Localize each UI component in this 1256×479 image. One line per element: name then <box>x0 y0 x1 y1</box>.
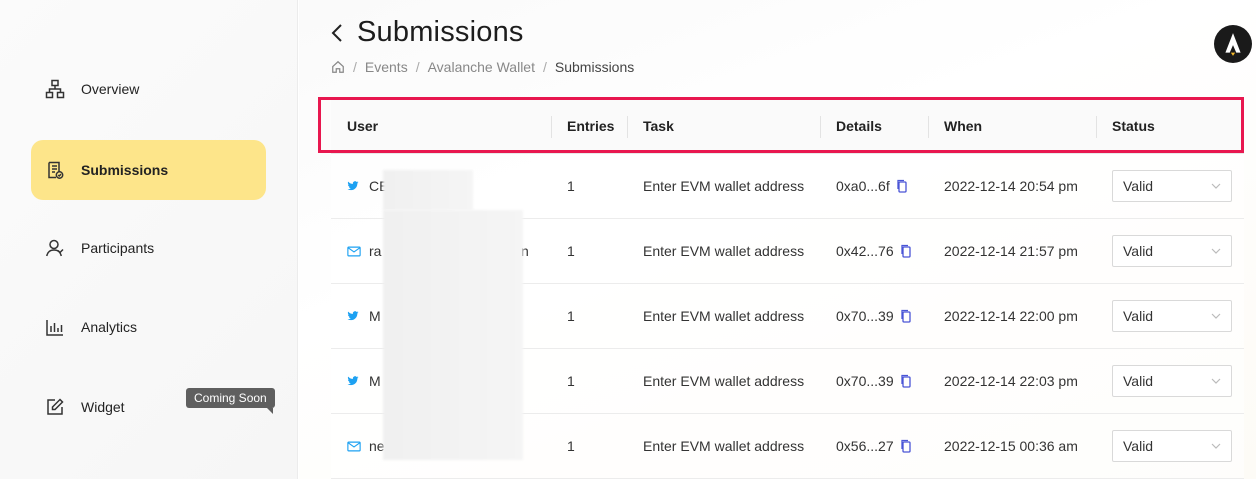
chevron-down-icon <box>1211 443 1221 449</box>
details-cell: 0x70...39 <box>820 284 928 348</box>
wallet-address: 0x70...39 <box>836 373 894 389</box>
task-cell: Enter EVM wallet address <box>643 243 805 259</box>
participants-icon <box>45 238 65 258</box>
entries-cell: 1 <box>567 373 575 389</box>
breadcrumb-separator: / <box>543 59 547 75</box>
details-cell: 0x70...39 <box>820 349 928 413</box>
column-header-user[interactable]: User <box>331 98 551 153</box>
submissions-icon <box>45 160 65 180</box>
status-select[interactable]: Valid <box>1112 430 1232 462</box>
mail-icon <box>347 244 361 258</box>
edit-icon <box>45 397 65 417</box>
twitter-icon <box>347 179 361 193</box>
sidebar-item-analytics[interactable]: Analytics <box>31 297 266 357</box>
wallet-address: 0x70...39 <box>836 308 894 324</box>
column-header-when[interactable]: When <box>928 98 1096 153</box>
status-cell: Valid <box>1096 284 1244 348</box>
sidebar-item-submissions[interactable]: Submissions <box>31 140 266 200</box>
breadcrumb-separator: / <box>415 59 420 75</box>
when-cell: 2022-12-14 20:54 pm <box>944 178 1078 194</box>
status-value: Valid <box>1123 243 1154 259</box>
copy-icon[interactable] <box>900 244 912 258</box>
when-cell: 2022-12-15 00:36 am <box>944 438 1078 454</box>
breadcrumb-event-name[interactable]: Avalanche Wallet <box>428 59 535 75</box>
task-cell: Enter EVM wallet address <box>643 308 805 324</box>
wallet-address: 0x56...27 <box>836 438 894 454</box>
task-cell: Enter EVM wallet address <box>643 373 805 389</box>
rocket-logo-icon <box>1225 33 1241 56</box>
main-content: Submissions / Events / Avalanche Wallet … <box>299 0 1256 479</box>
details-cell: 0xa0...6f <box>820 154 928 218</box>
sidebar-item-label: Overview <box>81 81 140 97</box>
user-name[interactable]: M <box>369 373 381 389</box>
entries-cell: 1 <box>567 243 575 259</box>
entries-cell: 1 <box>567 308 575 324</box>
breadcrumb-current: Submissions <box>554 59 635 75</box>
breadcrumb-events[interactable]: Events <box>365 59 408 75</box>
when-cell: 2022-12-14 21:57 pm <box>944 243 1078 259</box>
copy-icon[interactable] <box>900 309 912 323</box>
home-icon[interactable] <box>331 60 345 74</box>
status-cell: Valid <box>1096 414 1244 478</box>
redaction-blur <box>383 170 473 210</box>
breadcrumb: / Events / Avalanche Wallet / Submission… <box>331 59 634 75</box>
details-cell: 0x42...76 <box>820 219 928 283</box>
status-cell: Valid <box>1096 349 1244 413</box>
sidebar-item-label: Submissions <box>81 162 169 178</box>
status-cell: Valid <box>1096 219 1244 283</box>
sidebar-item-participants[interactable]: Participants <box>31 218 266 278</box>
chevron-down-icon <box>1211 378 1221 384</box>
chevron-down-icon <box>1211 248 1221 254</box>
column-header-details[interactable]: Details <box>820 98 928 153</box>
user-name[interactable]: M <box>369 308 381 324</box>
status-select[interactable]: Valid <box>1112 365 1232 397</box>
column-header-entries[interactable]: Entries <box>551 98 627 153</box>
table-header: User Entries Task Details When Status <box>331 98 1244 154</box>
avatar[interactable] <box>1214 25 1252 63</box>
copy-icon[interactable] <box>900 439 912 453</box>
status-value: Valid <box>1123 438 1154 454</box>
mail-icon <box>347 439 361 453</box>
wallet-address: 0x42...76 <box>836 243 894 259</box>
wallet-address: 0xa0...6f <box>836 178 890 194</box>
redaction-blur <box>383 210 523 460</box>
status-value: Valid <box>1123 308 1154 324</box>
task-cell: Enter EVM wallet address <box>643 438 805 454</box>
sidebar-item-label: Widget <box>81 399 125 415</box>
entries-cell: 1 <box>567 178 575 194</box>
twitter-icon <box>347 374 361 388</box>
title-row: Submissions <box>331 16 524 49</box>
status-value: Valid <box>1123 178 1154 194</box>
sidebar-item-label: Analytics <box>81 319 138 335</box>
sitemap-icon <box>45 79 65 99</box>
sidebar-item-label: Participants <box>81 240 155 256</box>
bar-chart-icon <box>45 317 65 337</box>
sidebar-item-overview[interactable]: Overview <box>31 59 266 119</box>
chevron-down-icon <box>1211 183 1221 189</box>
copy-icon[interactable] <box>900 374 912 388</box>
chevron-down-icon <box>1211 313 1221 319</box>
coming-soon-badge: Coming Soon <box>186 388 275 414</box>
twitter-icon <box>347 309 361 323</box>
entries-cell: 1 <box>567 438 575 454</box>
sidebar: Overview Submissions Participants Analyt… <box>0 0 298 479</box>
when-cell: 2022-12-14 22:03 pm <box>944 373 1078 389</box>
task-cell: Enter EVM wallet address <box>643 178 805 194</box>
user-name[interactable]: ra <box>369 243 381 259</box>
column-header-task[interactable]: Task <box>627 98 820 153</box>
status-value: Valid <box>1123 373 1154 389</box>
page-title: Submissions <box>357 16 524 48</box>
details-cell: 0x56...27 <box>820 414 928 478</box>
status-select[interactable]: Valid <box>1112 235 1232 267</box>
status-select[interactable]: Valid <box>1112 170 1232 202</box>
copy-icon[interactable] <box>896 179 908 193</box>
when-cell: 2022-12-14 22:00 pm <box>944 308 1078 324</box>
breadcrumb-separator: / <box>353 59 357 75</box>
column-header-status[interactable]: Status <box>1096 98 1244 153</box>
status-select[interactable]: Valid <box>1112 300 1232 332</box>
back-arrow-icon[interactable] <box>331 21 345 45</box>
status-cell: Valid <box>1096 154 1244 218</box>
